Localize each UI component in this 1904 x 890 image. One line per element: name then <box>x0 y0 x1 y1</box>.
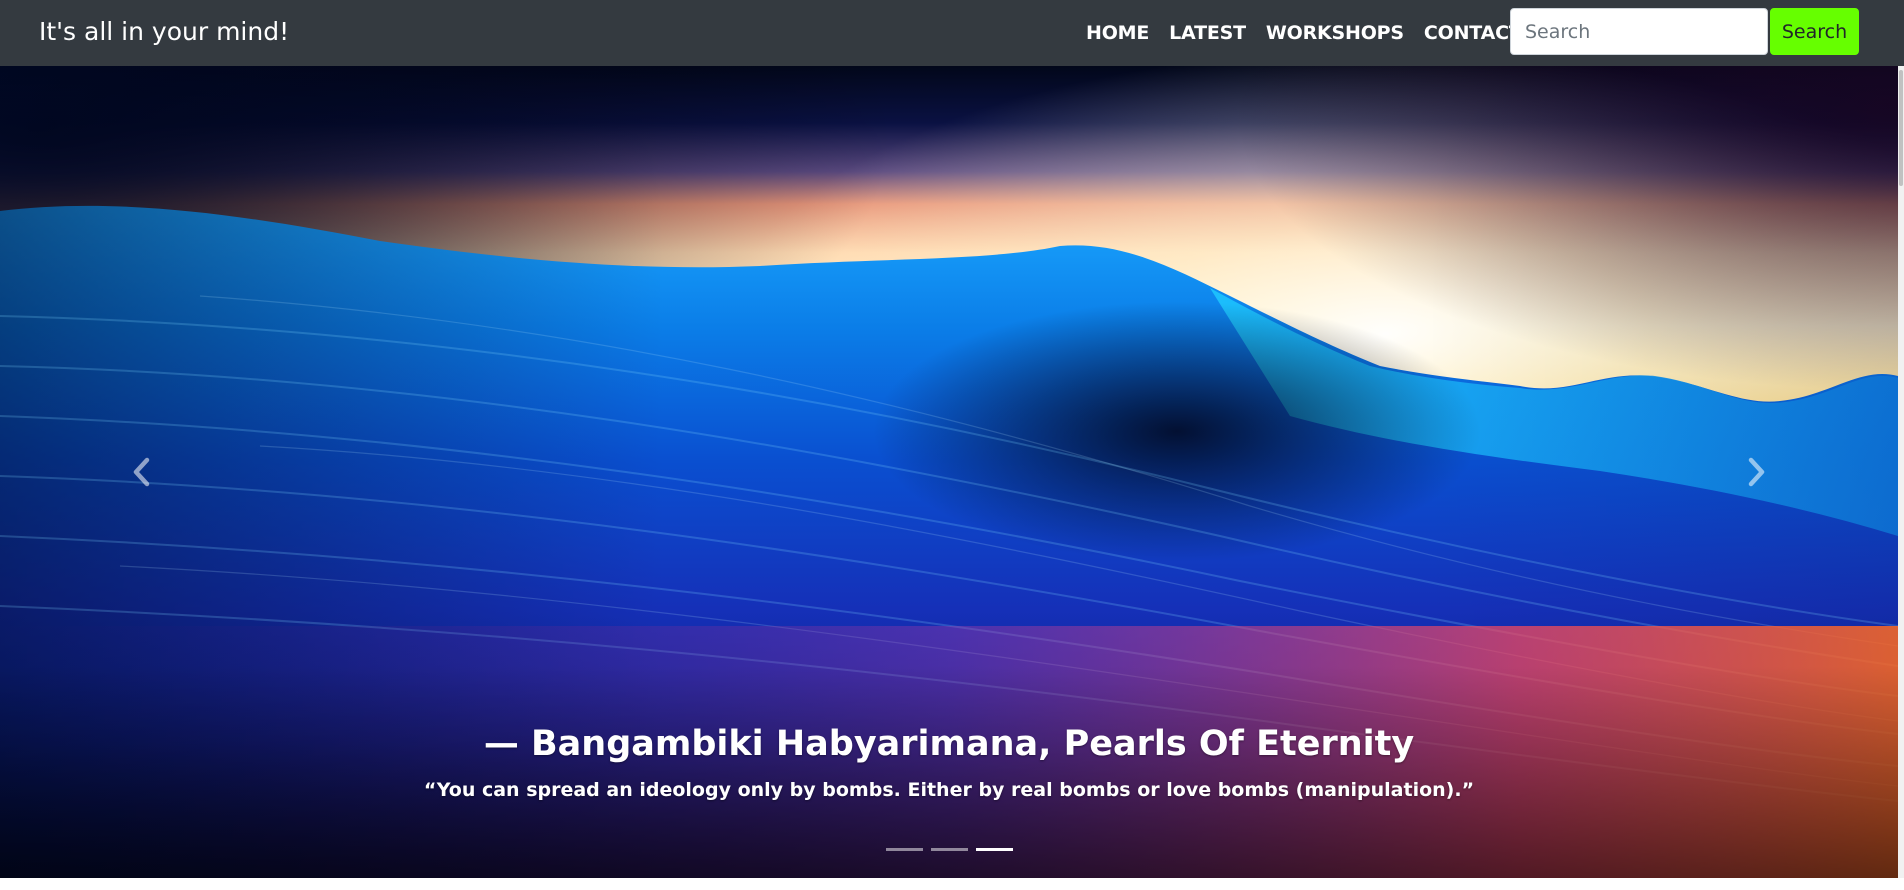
carousel-indicator-2[interactable] <box>930 840 968 859</box>
navbar: It's all in your mind! HOME LATEST WORKS… <box>0 0 1904 66</box>
chevron-left-icon <box>133 457 150 487</box>
scrollbar-thumb[interactable] <box>1899 70 1903 186</box>
nav-link-contact[interactable]: CONTACT <box>1424 22 1522 44</box>
chevron-right-icon <box>1748 457 1765 487</box>
carousel-indicator-1[interactable] <box>885 840 923 859</box>
nav-link-latest[interactable]: LATEST <box>1169 22 1246 44</box>
nav-link-home[interactable]: HOME <box>1086 22 1149 44</box>
carousel-indicators <box>0 840 1898 859</box>
scrollbar-track[interactable] <box>1898 66 1904 878</box>
search-button[interactable]: Search <box>1770 8 1859 55</box>
brand-link[interactable]: It's all in your mind! <box>39 16 289 48</box>
search-input[interactable] <box>1510 8 1768 55</box>
carousel-caption-title: — Bangambiki Habyarimana, Pearls Of Eter… <box>483 724 1415 764</box>
nav-link-workshops[interactable]: WORKSHOPS <box>1266 22 1404 44</box>
hero-carousel: — Bangambiki Habyarimana, Pearls Of Eter… <box>0 66 1898 878</box>
carousel-caption-quote: “You can spread an ideology only by bomb… <box>423 779 1475 801</box>
carousel-indicator-3[interactable] <box>975 840 1013 859</box>
nav-links: HOME LATEST WORKSHOPS CONTACT <box>1086 0 1542 66</box>
